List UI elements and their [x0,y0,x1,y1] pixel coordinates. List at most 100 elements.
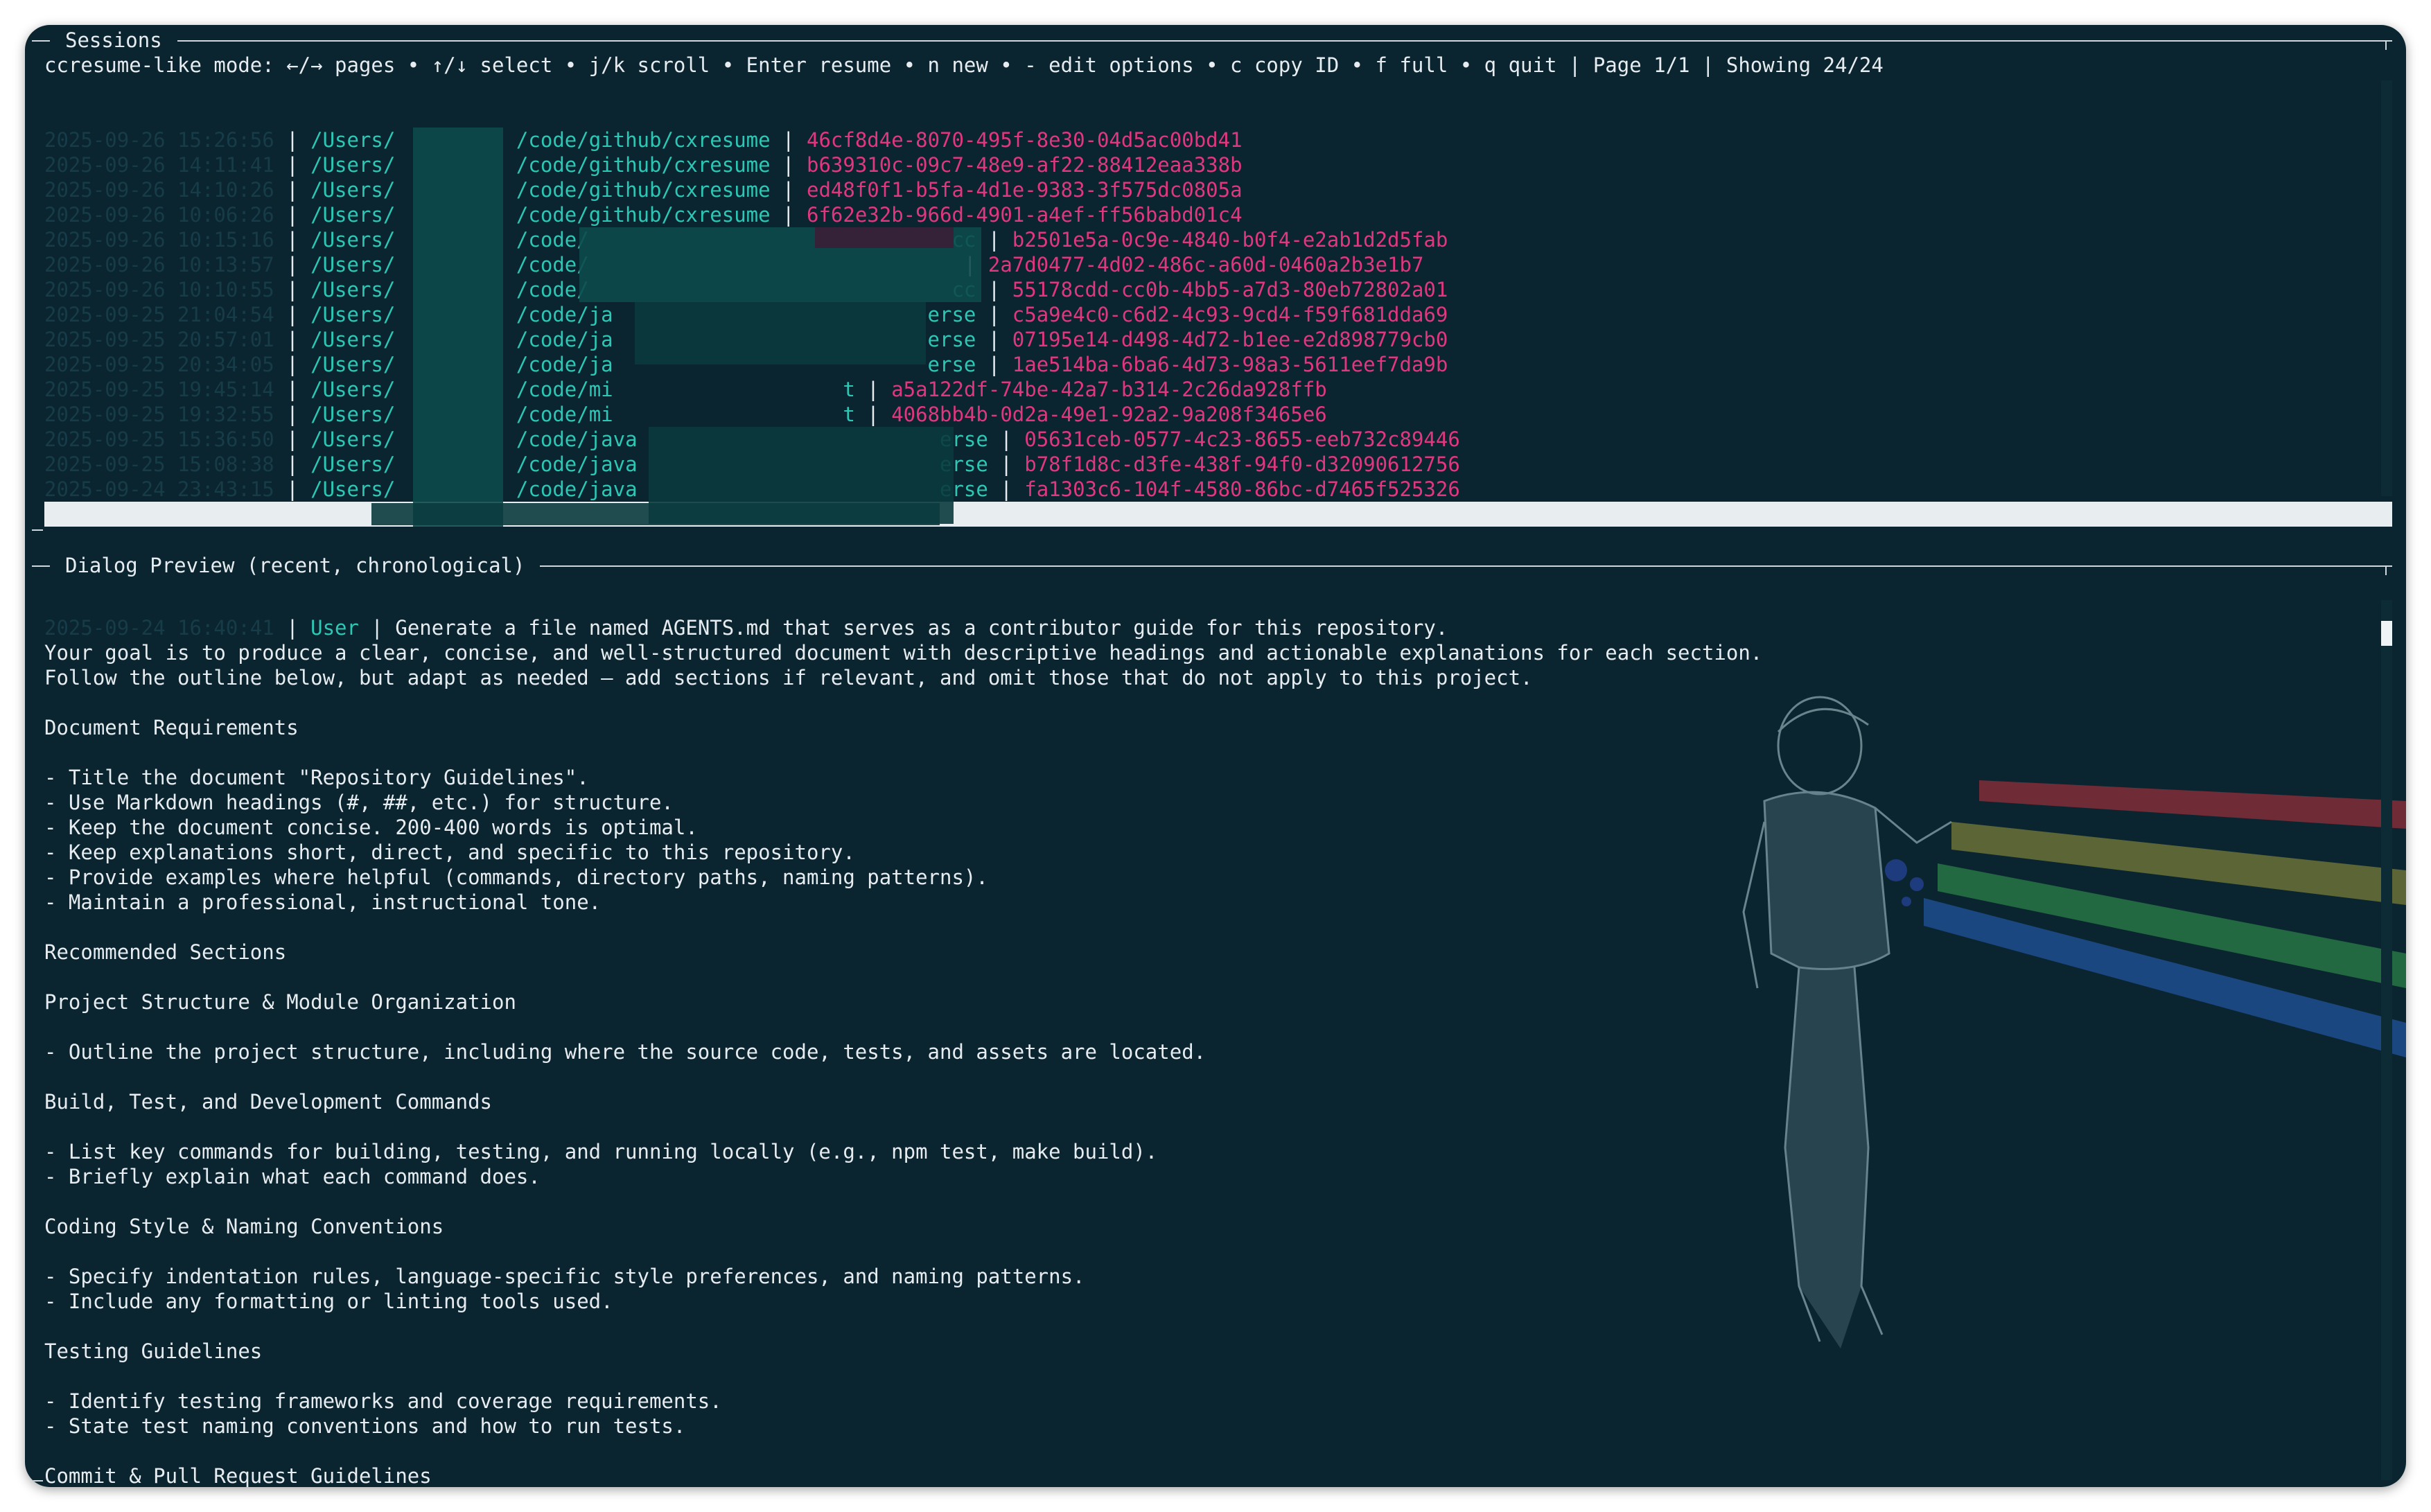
dialog-frame-right [2385,565,2387,575]
session-timestamp: 2025-09-25 19:32:55 [44,403,274,426]
dialog-line: - Briefly explain what each command does… [44,1165,541,1188]
graffiti-figure-illustration [1742,696,2406,1348]
dialog-line: Follow the outline below, but adapt as n… [44,666,1533,689]
session-id: 05631ceb-0577-4c23-8655-eeb732c89446 [1024,428,1460,451]
session-separator: | [988,452,1025,476]
session-timestamp: 2025-09-25 20:34:05 [44,353,274,376]
session-separator: | [988,428,1025,451]
dialog-line: Build, Test, and Development Commands [44,1090,493,1114]
session-separator: | [274,403,311,426]
session-row[interactable]: 2025-09-25 19:45:14 | /Users/ /code/mi t… [44,377,1327,402]
session-id: ed48f0f1-b5fa-4d1e-9383-3f575dc0805a [806,178,1243,202]
dialog-line: - Title the document "Repository Guideli… [44,766,589,789]
session-separator: | [988,477,1025,501]
session-timestamp: 2025-09-26 14:11:41 [44,153,274,177]
redaction-block [413,128,503,527]
sessions-scroll-thumb[interactable] [2381,80,2392,108]
dialog-line: - Keep the document concise. 200-400 wor… [44,816,698,839]
session-id: 55178cdd-cc0b-4bb5-a7d3-80eb72802a01 [1012,278,1448,301]
session-separator: | [770,128,807,152]
session-separator: | [274,278,311,301]
session-row[interactable]: 2025-09-26 15:26:56 | /Users/ /code/gith… [44,128,1243,152]
dialog-first-line: 2025-09-24 16:40:41 | User | Generate a … [44,616,1448,640]
session-separator: | [976,353,1012,376]
dialog-line: - Include any formatting or linting tool… [44,1290,613,1313]
redaction-block [815,227,954,248]
session-timestamp: 2025-09-26 10:10:55 [44,278,274,301]
dialog-line: - Specify indentation rules, language-sp… [44,1265,1085,1288]
selected-session-id: 361a213f-73f9-410c-bb15-4342500409dc [1000,527,1436,551]
dialog-frame-bottom-left [32,1480,43,1482]
sessions-scrollbar[interactable] [2381,80,2392,496]
session-separator: | [854,403,892,426]
redaction-block [371,503,940,525]
dialog-line: - Provide examples where helpful (comman… [44,865,988,889]
session-separator: | [274,128,311,152]
session-separator: | [770,203,807,227]
session-separator: | [274,178,311,202]
session-separator: | [976,278,1012,301]
sessions-title: Sessions [50,28,177,53]
session-row[interactable]: 2025-09-26 14:11:41 | /Users/ /code/gith… [44,152,1243,177]
dialog-line: - Use Markdown headings (#, ##, etc.) fo… [44,791,674,814]
dialog-line: - Identify testing frameworks and covera… [44,1389,722,1413]
dialog-line: - List key commands for building, testin… [44,1140,1158,1163]
dialog-line: - Maintain a professional, instructional… [44,890,602,914]
session-separator: | [976,228,1012,252]
session-timestamp: 2025-09-25 20:57:01 [44,328,274,351]
session-id: b78f1d8c-d3fe-438f-94f0-d32090612756 [1024,452,1460,476]
session-row[interactable]: 2025-09-26 10:06:26 | /Users/ /code/gith… [44,202,1243,227]
session-separator: | [770,178,807,202]
session-id: b639310c-09c7-48e9-af22-88412eaa338b [806,153,1243,177]
dialog-line: Document Requirements [44,716,299,739]
session-id: fa1303c6-104f-4580-86bc-d7465f525326 [1024,477,1460,501]
session-path: /Users/ /code/github/cxresume [310,178,771,202]
session-id: 46cf8d4e-8070-495f-8e30-04d5ac00bd41 [806,128,1243,152]
terminal: Sessions ccresume-like mode: ←/→ pages •… [25,25,2406,1487]
session-timestamp: 2025-09-26 14:10:26 [44,178,274,202]
session-row[interactable]: 2025-09-25 19:32:55 | /Users/ /code/mi t… [44,402,1327,427]
session-separator: | [274,452,311,476]
session-separator: | [274,153,311,177]
session-timestamp: 2025-09-25 15:08:38 [44,452,274,476]
session-id: 07195e14-d498-4d72-b1ee-e2d898779cb0 [1012,328,1448,351]
dialog-line: Testing Guidelines [44,1339,263,1363]
session-timestamp: 2025-09-26 15:26:56 [44,128,274,152]
session-separator: | [976,303,1012,326]
session-id: c5a9e4c0-c6d2-4c93-9cd4-f59f681dda69 [1012,303,1448,326]
sessions-frame-top [32,40,2392,42]
session-id: 4068bb4b-0d2a-49e1-92a2-9a208f3465e6 [891,403,1327,426]
dialog-timestamp: 2025-09-24 16:40:41 [44,616,274,640]
session-path: /Users/ /code/github/cxresume [310,153,771,177]
session-path: /Users/ /code/mi t [310,378,855,401]
dialog-line: Project Structure & Module Organization [44,990,516,1014]
session-path: /Users/ /code/mi t [310,403,855,426]
session-timestamp: 2025-09-24 23:43:15 [44,477,274,501]
dialog-line: Coding Style & Naming Conventions [44,1215,444,1238]
session-separator: | [770,153,807,177]
dialog-line: Your goal is to produce a clear, concise… [44,641,1763,665]
sessions-frame-right [2385,40,2387,50]
session-timestamp: 2025-09-26 10:06:26 [44,203,274,227]
session-timestamp: 2025-09-25 15:36:50 [44,428,274,451]
dialog-line: Recommended Sections [44,940,287,964]
session-id: 2a7d0477-4d02-486c-a60d-0460a2b3e1b7 [988,253,1424,276]
dialog-scroll-thumb[interactable] [2381,621,2392,646]
session-id: 1ae514ba-6ba6-4d73-98a3-5611eef7da9b [1012,353,1448,376]
session-separator: | [274,353,311,376]
dialog-scrollbar[interactable] [2381,600,2392,1480]
session-timestamp: 2025-09-25 19:45:14 [44,378,274,401]
session-separator: | [274,378,311,401]
session-timestamp: 2025-09-26 10:13:57 [44,253,274,276]
dialog-title: Dialog Preview (recent, chronological) [50,553,541,578]
selected-session-separator-2: | [963,527,1001,551]
selected-session-timestamp: 2025-09-24 16:40:40 [116,527,347,551]
session-path: /Users/ /code/github/cxresume [310,128,771,152]
session-separator: | [274,228,311,252]
sessions-frame-bottom-left [32,529,43,531]
session-separator: | [274,477,311,501]
session-id: a5a122df-74be-42a7-b314-2c26da928ffb [891,378,1327,401]
dialog-role: User [310,616,359,640]
session-row[interactable]: 2025-09-26 14:10:26 | /Users/ /code/gith… [44,177,1243,202]
session-id: b2501e5a-0c9e-4840-b0f4-e2ab1d2d5fab [1012,228,1448,252]
